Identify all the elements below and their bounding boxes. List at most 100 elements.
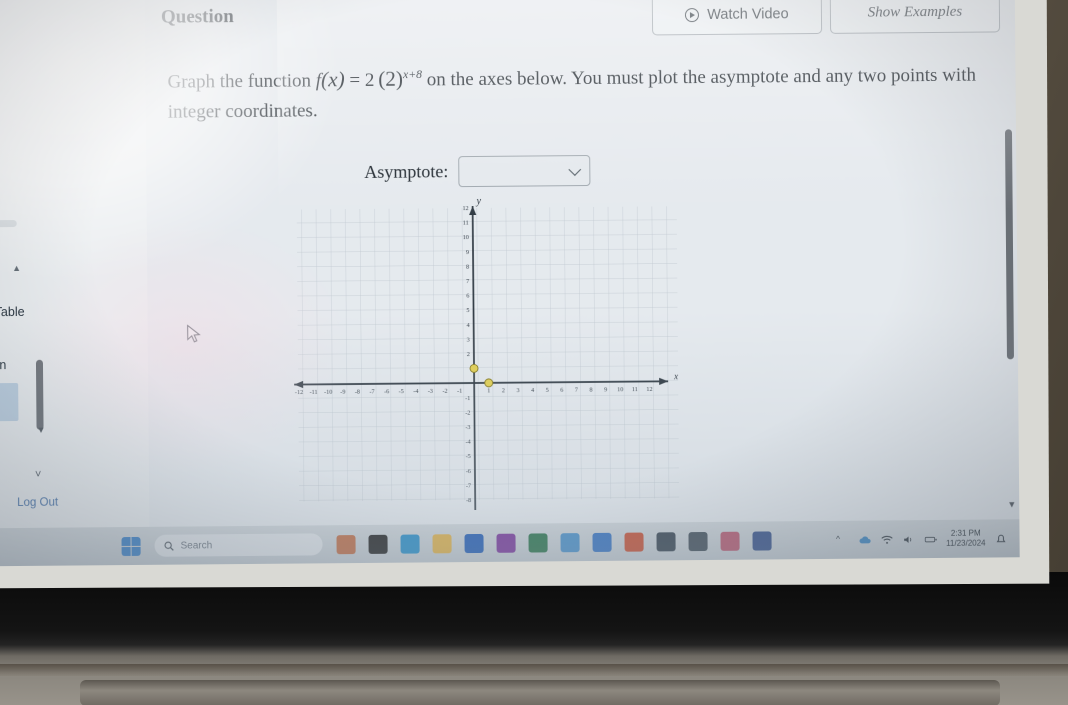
function-argument: (x): [320, 67, 345, 92]
y-tick-5: 5: [466, 307, 469, 314]
excel-icon[interactable]: [528, 532, 548, 553]
y-tick-2: 2: [467, 351, 470, 358]
taskbar-clock[interactable]: 2:31 PM 11/23/2024: [946, 529, 986, 549]
volume-icon[interactable]: [902, 533, 915, 546]
office-icon[interactable]: [624, 532, 644, 552]
snip-tool-icon[interactable]: [720, 531, 740, 551]
x-tick--5: -5: [399, 388, 404, 395]
laptop-screen: Exponents 59 PM Exponential and Log ▲ Gr…: [0, 0, 1020, 567]
x-tick-6: 6: [560, 387, 563, 394]
sidebar-scroll-down-caret-icon[interactable]: ▼: [37, 425, 46, 435]
asymptote-input[interactable]: [458, 154, 591, 188]
y-tick--3: -3: [465, 424, 470, 431]
folder-icon[interactable]: [432, 533, 452, 553]
watch-video-label: Watch Video: [707, 5, 789, 23]
coefficient: 2: [364, 69, 375, 91]
windows-start-icon[interactable]: [121, 536, 141, 556]
page-scroll-down-caret-icon[interactable]: ▼: [1007, 499, 1016, 509]
y-tick--9: -9: [466, 512, 471, 514]
y-tick--4: -4: [465, 439, 470, 446]
question-header: Question Watch Video Show Examples: [145, 0, 1016, 49]
collapse-section-caret-up-icon[interactable]: ▲: [12, 263, 21, 273]
taskbar-app-blue-icon[interactable]: [592, 532, 612, 552]
y-tick--7: -7: [466, 482, 471, 489]
y-tick-7: 7: [466, 278, 469, 285]
x-tick-4: 4: [531, 387, 534, 394]
laptop-base-edge: [80, 680, 1000, 705]
y-tick-11: 11: [463, 220, 469, 227]
taskbar-search-placeholder: Search: [180, 539, 213, 552]
search-icon: [164, 541, 174, 551]
show-hidden-icons-chevron[interactable]: ^: [836, 533, 849, 546]
x-tick--4: -4: [413, 388, 418, 395]
app-sidebar: Exponents 59 PM Exponential and Log ▲ Gr…: [0, 0, 150, 530]
y-tick-12: 12: [462, 205, 468, 212]
paint-tools-icon[interactable]: [336, 534, 356, 554]
laptop-screen-bezel: Exponents 59 PM Exponential and Log ▲ Gr…: [0, 0, 1050, 589]
sidebar-scrollbar[interactable]: [35, 359, 44, 430]
file-explorer-dark-icon[interactable]: [368, 534, 388, 554]
sidebar-item-graph-log-function[interactable]: & Graph Log Function: [0, 358, 54, 375]
x-tick--6: -6: [384, 388, 389, 395]
x-tick--9: -9: [340, 389, 345, 396]
taskbar-left-group: Search: [121, 529, 772, 557]
x-tick--3: -3: [428, 388, 433, 395]
y-tick-8: 8: [466, 263, 469, 270]
x-tick-3: 3: [516, 387, 519, 394]
question-panel: Question Watch Video Show Examples Graph…: [145, 0, 1020, 527]
page-title: Question: [160, 6, 234, 28]
sidebar-item-exponential-and-log[interactable]: Exponential and Log: [0, 390, 54, 407]
x-tick--7: -7: [369, 388, 374, 395]
chevron-down-icon[interactable]: [568, 163, 582, 176]
camera-icon[interactable]: [656, 531, 676, 551]
question-prompt: Graph the function f(x) = 2 (2)x+8 on th…: [167, 57, 994, 127]
taskbar-date: 11/23/2024: [946, 538, 986, 548]
y-tick--8: -8: [466, 497, 471, 504]
watch-video-button[interactable]: Watch Video: [651, 0, 823, 36]
plotted-point-2[interactable]: [484, 378, 494, 388]
y-tick--6: -6: [466, 468, 471, 475]
exponent: x+8: [402, 68, 423, 82]
x-tick--1: -1: [457, 388, 462, 395]
wifi-icon[interactable]: [880, 533, 893, 546]
y-tick-6: 6: [466, 293, 469, 300]
account-chevron-down-icon[interactable]: ˅: [35, 469, 42, 481]
battery-icon[interactable]: [924, 532, 937, 545]
onedrive-cloud-icon[interactable]: [858, 533, 871, 546]
x-tick-12: 12: [646, 386, 652, 393]
windows-taskbar: Search ^ 2:31 PM 11/23/2024: [0, 519, 1020, 567]
x-tick--10: -10: [324, 389, 332, 396]
graph-svg[interactable]: -12 -11 -10 -9 -8 -7 -6 -5 -4 -3 -2 -1 1 2 3 4 5 6 7 8 9 10 11…: [286, 190, 689, 514]
notes-icon[interactable]: [752, 530, 772, 551]
y-tick-10: 10: [463, 234, 469, 241]
show-examples-label: Show Examples: [867, 3, 963, 21]
asymptote-row: Asymptote:: [364, 154, 591, 188]
coordinate-plane[interactable]: -12 -11 -10 -9 -8 -7 -6 -5 -4 -3 -2 -1 1 2 3 4 5 6 7 8 9 10 11…: [286, 190, 689, 514]
powerpoint-icon[interactable]: [496, 533, 516, 553]
assignment-progress-bar: [0, 219, 17, 229]
x-tick-10: 10: [617, 386, 623, 393]
notifications-bell-icon[interactable]: [994, 532, 1007, 545]
x-tick-11: 11: [632, 386, 638, 393]
plotted-point-1[interactable]: [469, 363, 479, 373]
asymptote-label: Asymptote:: [364, 161, 449, 182]
taskbar-app-icons: [336, 530, 772, 554]
y-tick-4: 4: [467, 322, 470, 329]
x-tick--11: -11: [310, 389, 318, 396]
graph-gridlines: [296, 206, 680, 502]
x-tick-9: 9: [604, 386, 607, 393]
y-tick-9: 9: [466, 249, 469, 256]
taskbar-search-box[interactable]: Search: [154, 533, 323, 557]
mouse-cursor: [187, 324, 201, 343]
x-tick--12: -12: [295, 389, 303, 396]
base: (2): [378, 66, 404, 91]
word-icon[interactable]: [464, 533, 484, 553]
photo-scene: Exponents 59 PM Exponential and Log ▲ Gr…: [0, 0, 1068, 705]
sidebar-item-graph-exponential[interactable]: Graph Exponential (Table Given), L2: [0, 305, 54, 338]
calculator-icon[interactable]: [688, 531, 708, 551]
taskbar-system-tray: ^ 2:31 PM 11/23/2024: [836, 528, 1008, 549]
teams-icon[interactable]: [560, 532, 580, 552]
edge-browser-icon[interactable]: [400, 533, 420, 554]
show-examples-button[interactable]: Show Examples: [829, 0, 1001, 34]
log-out-link[interactable]: Log Out: [17, 497, 58, 509]
